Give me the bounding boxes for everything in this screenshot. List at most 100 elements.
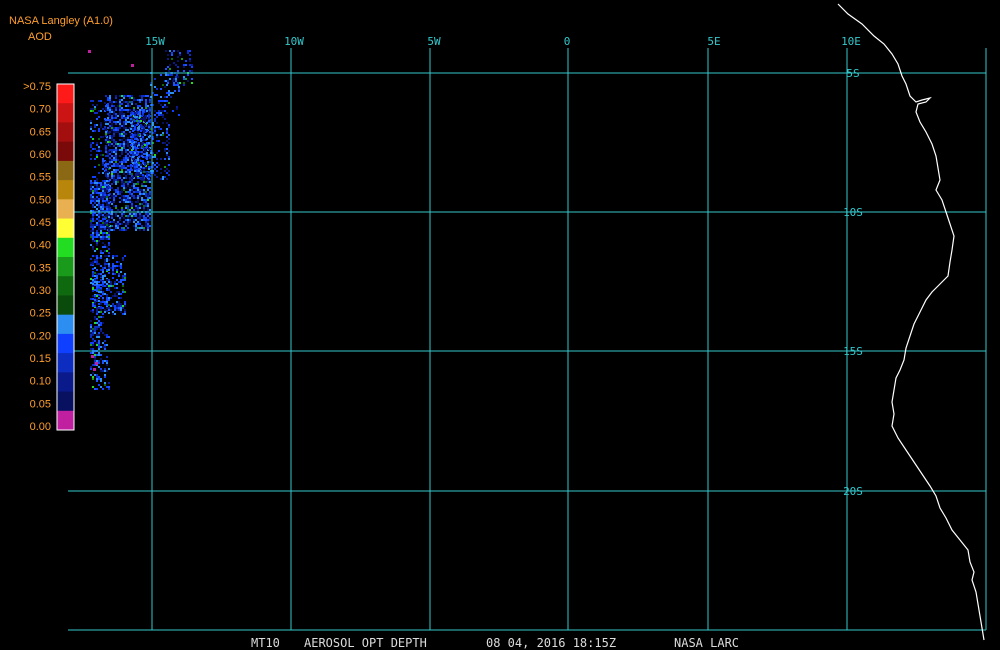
aod-pixel bbox=[115, 95, 117, 97]
aod-pixel bbox=[111, 159, 113, 161]
aod-pixel bbox=[96, 236, 98, 238]
aod-pixel bbox=[118, 273, 120, 275]
aod-pixel bbox=[156, 88, 158, 90]
aod-pixel bbox=[125, 191, 127, 193]
aod-pixel bbox=[138, 156, 140, 158]
aod-pixel bbox=[115, 131, 117, 133]
aod-pixel bbox=[162, 100, 164, 102]
aod-pixel bbox=[96, 224, 98, 226]
aod-pixel bbox=[141, 95, 143, 97]
aod-pixel bbox=[121, 109, 123, 111]
aod-pixel bbox=[92, 176, 94, 178]
aod-pixel bbox=[129, 147, 131, 149]
aod-pixel bbox=[169, 50, 171, 52]
aod-pixel bbox=[115, 123, 117, 125]
aod-pixel bbox=[119, 223, 121, 225]
aod-pixel bbox=[139, 195, 141, 197]
aod-pixel bbox=[100, 226, 102, 228]
aod-pixel bbox=[189, 60, 191, 62]
aod-pixel bbox=[114, 255, 116, 257]
aod-pixel bbox=[92, 340, 94, 342]
aod-pixel bbox=[92, 148, 94, 150]
aod-pixel bbox=[137, 131, 139, 133]
aod-pixel bbox=[92, 273, 94, 275]
aod-pixel bbox=[123, 125, 125, 127]
aod-pixel bbox=[108, 259, 110, 261]
aod-pixel bbox=[137, 209, 139, 211]
aod-pixel bbox=[107, 171, 109, 173]
aod-pixel bbox=[107, 153, 109, 155]
aod-pixel bbox=[104, 263, 106, 265]
aod-pixel bbox=[134, 146, 136, 148]
aod-pixel bbox=[131, 195, 133, 197]
aod-pixel bbox=[115, 183, 117, 185]
aod-pixel bbox=[121, 143, 123, 145]
aod-pixel bbox=[100, 378, 102, 380]
aod-pixel bbox=[154, 94, 156, 96]
aod-pixel bbox=[102, 198, 104, 200]
aod-pixel bbox=[139, 111, 141, 113]
aod-pixel bbox=[137, 107, 139, 109]
aod-pixel bbox=[162, 116, 164, 118]
aod-pixel bbox=[160, 74, 162, 76]
aod-pixel bbox=[122, 279, 124, 281]
aod-pixel bbox=[169, 64, 171, 66]
aod-pixel bbox=[92, 248, 94, 250]
aod-pixel bbox=[98, 164, 100, 166]
aod-pixel bbox=[106, 238, 108, 240]
aod-pixel bbox=[90, 278, 92, 280]
aod-pixel bbox=[92, 220, 94, 222]
aod-pixel bbox=[164, 96, 166, 98]
aod-pixel bbox=[171, 58, 173, 60]
aod-pixel bbox=[102, 190, 104, 192]
lat-label-20s: 20S bbox=[843, 485, 863, 498]
aod-pixel bbox=[177, 50, 179, 52]
aod-pixel bbox=[108, 236, 110, 238]
aod-pixel bbox=[107, 173, 109, 175]
aod-pixel bbox=[154, 130, 156, 132]
aod-pixel bbox=[92, 224, 94, 226]
aod-pixel bbox=[156, 122, 158, 124]
aod-pixel bbox=[131, 217, 133, 219]
aod-pixel bbox=[94, 224, 96, 226]
aod-pixel bbox=[166, 178, 168, 180]
aod-pixel bbox=[175, 84, 177, 86]
aod-pixel bbox=[112, 273, 114, 275]
aod-pixel bbox=[115, 181, 117, 183]
aod-pixel bbox=[96, 255, 98, 257]
aod-pixel bbox=[158, 102, 160, 104]
aod-pixel bbox=[167, 82, 169, 84]
aod-pixel bbox=[127, 137, 129, 139]
legend-label: 0.50 bbox=[30, 194, 51, 206]
aod-pixel bbox=[148, 112, 150, 114]
aod-pixel bbox=[96, 190, 98, 192]
aod-pixel bbox=[127, 109, 129, 111]
aod-pixel bbox=[143, 185, 145, 187]
aod-pixel bbox=[123, 185, 125, 187]
aod-pixel bbox=[92, 352, 94, 354]
aod-pixel bbox=[117, 179, 119, 181]
aod-pixel bbox=[94, 318, 96, 320]
aod-pixel bbox=[178, 90, 180, 92]
aod-pixel bbox=[129, 171, 131, 173]
aod-pixel bbox=[131, 179, 133, 181]
aod-pixel bbox=[105, 109, 107, 111]
aod-pixel bbox=[109, 125, 111, 127]
aod-pixel bbox=[141, 151, 143, 153]
aod-pixel bbox=[125, 219, 127, 221]
aod-pixel bbox=[121, 189, 123, 191]
colorbar-swatch bbox=[57, 372, 74, 393]
aod-pixel bbox=[113, 133, 115, 135]
aod-pixel bbox=[92, 246, 94, 248]
aod-pixel bbox=[168, 70, 170, 72]
aod-pixel bbox=[125, 133, 127, 135]
aod-pixel bbox=[121, 95, 123, 97]
aod-pixel bbox=[102, 136, 104, 138]
colorbar-swatch bbox=[57, 353, 74, 373]
aod-pixel bbox=[116, 307, 118, 309]
aod-pixel bbox=[109, 121, 111, 123]
aod-pixel bbox=[160, 100, 162, 102]
aod-pixel bbox=[134, 124, 136, 126]
aod-pixel bbox=[117, 121, 119, 123]
aod-pixel bbox=[113, 177, 115, 179]
